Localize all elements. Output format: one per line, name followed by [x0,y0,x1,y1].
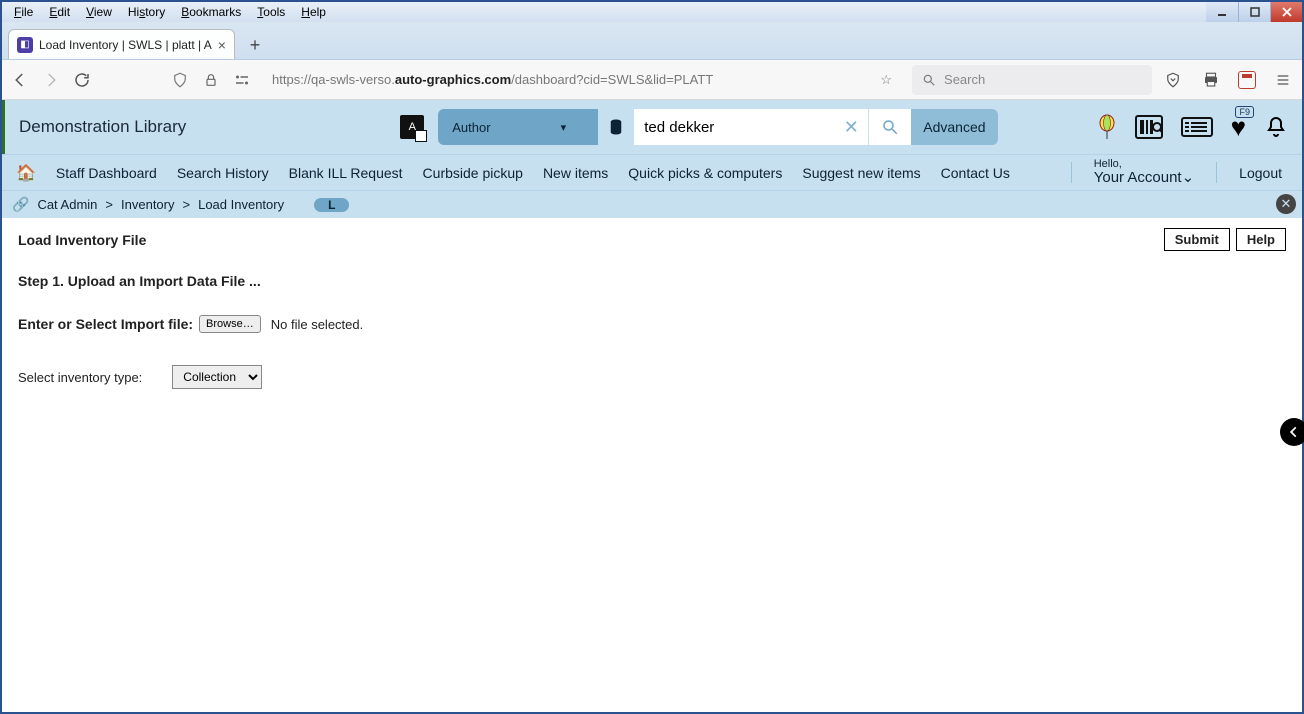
browser-tab[interactable]: ◧ Load Inventory | SWLS | platt | A × [8,29,235,59]
database-icon[interactable] [598,109,634,145]
inventory-type-select[interactable]: Collection [172,365,262,389]
breadcrumb: 🔗 Cat Admin > Inventory > Load Inventory… [2,190,1302,218]
chevron-left-icon [1287,425,1301,439]
tab-favicon-icon: ◧ [17,37,33,53]
submit-button[interactable]: Submit [1164,228,1230,251]
drawer-toggle-button[interactable] [1280,418,1304,446]
site-settings-icon[interactable] [231,69,252,91]
nav-forward-button[interactable] [41,69,62,91]
nav-reload-button[interactable] [72,69,93,91]
chevron-down-icon: ⌄ [1182,169,1195,186]
nav-new-items[interactable]: New items [543,165,608,181]
browser-search-placeholder: Search [944,72,985,87]
app-header: Demonstration Library A Author ▾ ✕ Advan… [2,100,1302,154]
window-maximize-button[interactable] [1238,2,1270,22]
bookmark-star-icon[interactable]: ☆ [880,72,892,88]
search-icon [922,73,936,87]
inventory-type-label: Select inventory type: [18,370,142,385]
pocket-icon[interactable] [1162,69,1184,91]
nav-suggest[interactable]: Suggest new items [802,165,920,181]
favorites-badge: F9 [1235,106,1254,118]
clear-search-button[interactable]: ✕ [834,109,868,145]
window-close-button[interactable] [1270,2,1302,22]
nav-back-button[interactable] [10,69,31,91]
nav-search-history[interactable]: Search History [177,165,269,181]
breadcrumb-loadinventory[interactable]: Load Inventory [198,197,284,212]
page-title: Load Inventory File [18,232,146,248]
app-menu-button[interactable] [1272,69,1294,91]
security-badge-icon[interactable] [1238,71,1256,89]
new-tab-button[interactable]: + [241,31,269,59]
close-panel-button[interactable]: ✕ [1276,194,1296,214]
language-icon[interactable]: A [400,115,424,139]
library-title: Demonstration Library [19,117,186,137]
menu-file[interactable]: File [8,4,39,20]
window-titlebar: File Edit View History Bookmarks Tools H… [2,2,1302,22]
home-icon[interactable]: 🏠 [16,163,36,183]
list-icon[interactable] [1181,117,1213,137]
print-icon[interactable] [1200,69,1222,91]
browser-search-box[interactable]: Search [912,65,1152,95]
breadcrumb-inventory[interactable]: Inventory [121,197,174,212]
logout-link[interactable]: Logout [1233,158,1288,187]
tab-close-button[interactable]: × [218,37,226,53]
bell-icon[interactable] [1264,115,1288,139]
help-button[interactable]: Help [1236,228,1286,251]
menu-help[interactable]: Help [295,4,332,20]
account-menu[interactable]: Hello, Your Account⌄ [1088,158,1200,187]
address-bar[interactable]: https://qa-swls-verso.auto-graphics.com/… [262,65,902,95]
shield-icon[interactable] [169,69,190,91]
window-minimize-button[interactable] [1206,2,1238,22]
chain-icon: 🔗 [12,196,29,213]
step1-heading: Step 1. Upload an Import Data File ... [18,273,1286,289]
browser-tabstrip: ◧ Load Inventory | SWLS | platt | A × + [2,22,1302,60]
menu-tools[interactable]: Tools [251,4,291,20]
nav-quickpicks[interactable]: Quick picks & computers [628,165,782,181]
nav-contact[interactable]: Contact Us [941,165,1010,181]
advanced-search-button[interactable]: Advanced [911,109,997,145]
chevron-down-icon: ▾ [561,121,567,134]
search-submit-button[interactable] [869,109,911,145]
nav-curbside[interactable]: Curbside pickup [423,165,523,181]
breadcrumb-badge: L [314,198,349,212]
favorites-icon[interactable]: ♥F9 [1231,112,1246,143]
tab-title: Load Inventory | SWLS | platt | A [39,38,212,52]
browser-toolbar: https://qa-swls-verso.auto-graphics.com/… [2,60,1302,100]
import-file-label: Enter or Select Import file: [18,316,193,332]
menu-edit[interactable]: Edit [43,4,76,20]
browser-menubar: File Edit View History Bookmarks Tools H… [2,2,1206,22]
main-nav: 🏠 Staff Dashboard Search History Blank I… [2,154,1302,190]
nav-blank-ill[interactable]: Blank ILL Request [289,165,403,181]
menu-view[interactable]: View [80,4,118,20]
menu-bookmarks[interactable]: Bookmarks [175,4,247,20]
search-type-select[interactable]: Author ▾ [438,109,598,145]
menu-history[interactable]: History [122,4,171,20]
breadcrumb-catadmin[interactable]: Cat Admin [37,197,97,212]
balloon-icon[interactable] [1097,114,1117,140]
nav-staff-dashboard[interactable]: Staff Dashboard [56,165,157,181]
browse-button[interactable]: Browse… [199,315,261,333]
search-type-label: Author [452,120,490,135]
lock-icon[interactable] [200,69,221,91]
your-account-label: Your Account [1094,169,1182,186]
url-text: https://qa-swls-verso.auto-graphics.com/… [272,72,713,87]
page-content: Load Inventory File Submit Help Step 1. … [2,218,1302,712]
file-status: No file selected. [271,317,364,332]
scan-icon[interactable] [1135,115,1163,139]
catalog-search-input[interactable] [634,109,834,145]
